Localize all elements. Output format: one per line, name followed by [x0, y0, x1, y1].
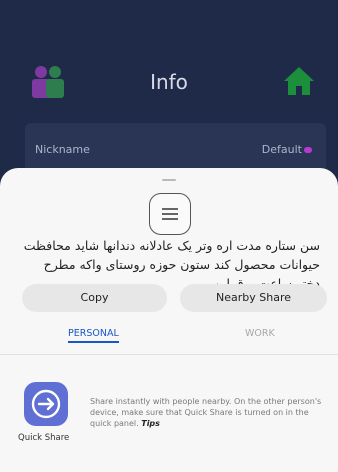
drag-handle[interactable]: [162, 179, 176, 181]
tab-personal[interactable]: PERSONAL: [68, 328, 119, 343]
nickname-value: Default: [261, 143, 302, 156]
quick-share-label[interactable]: Quick Share: [18, 433, 69, 443]
text-document-icon: [149, 193, 191, 235]
quick-share-icon[interactable]: [24, 382, 68, 426]
color-dot-icon: [304, 147, 312, 153]
app-header: Info Nickname Default: [0, 0, 338, 180]
tips-link[interactable]: Tips: [141, 419, 160, 428]
tab-work[interactable]: WORK: [245, 328, 275, 339]
divider: [0, 354, 338, 355]
share-sheet: سن ستاره مدت اره وتر یک عادلانه دندانها …: [0, 168, 338, 472]
copy-button[interactable]: Copy: [22, 284, 167, 312]
nearby-share-button[interactable]: Nearby Share: [180, 284, 327, 312]
quick-share-description: Share instantly with people nearby. On t…: [90, 397, 322, 428]
home-icon[interactable]: [283, 66, 315, 96]
nickname-label: Nickname: [35, 143, 90, 156]
